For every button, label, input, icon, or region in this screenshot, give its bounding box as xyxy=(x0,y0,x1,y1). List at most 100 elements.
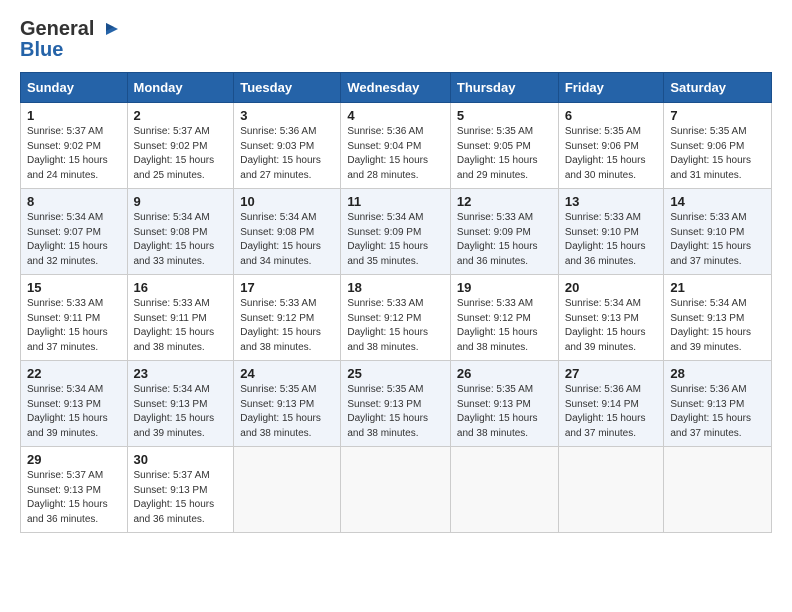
calendar-cell: 4 Sunrise: 5:36 AMSunset: 9:04 PMDaylight… xyxy=(341,103,451,189)
day-info: Sunrise: 5:33 AMSunset: 9:11 PMDaylight:… xyxy=(134,297,228,355)
day-info: Sunrise: 5:35 AMSunset: 9:05 PMDaylight:… xyxy=(457,125,552,183)
calendar-cell xyxy=(341,447,451,533)
day-info: Sunrise: 5:33 AMSunset: 9:11 PMDaylight:… xyxy=(27,297,121,355)
calendar-cell: 28Sunrise: 5:36 AMSunset: 9:13 PMDayligh… xyxy=(664,361,772,447)
week-row-1: 1 Sunrise: 5:37 AMSunset: 9:02 PMDaylight… xyxy=(21,103,772,189)
day-number: 11 xyxy=(347,194,444,209)
day-info: Sunrise: 5:33 AMSunset: 9:12 PMDaylight:… xyxy=(240,297,334,355)
header-area: General Blue xyxy=(20,18,772,62)
page: General Blue SundayMondayTuesdayWednesda… xyxy=(0,0,792,551)
calendar-cell: 24 Sunrise: 5:35 AMSunset: 9:13 PMDayligh… xyxy=(234,361,341,447)
calendar-table: SundayMondayTuesdayWednesdayThursdayFrid… xyxy=(20,72,772,533)
header-monday: Monday xyxy=(127,73,234,103)
day-number: 19 xyxy=(457,280,552,295)
day-info: Sunrise: 5:33 AMSunset: 9:12 PMDaylight:… xyxy=(457,297,552,355)
day-info: Sunrise: 5:37 AMSunset: 9:02 PMDaylight:… xyxy=(27,125,121,183)
logo-row: General xyxy=(20,18,118,41)
calendar-cell: 23 Sunrise: 5:34 AMSunset: 9:13 PMDayligh… xyxy=(127,361,234,447)
day-number: 24 xyxy=(240,366,334,381)
calendar-cell: 15Sunrise: 5:33 AMSunset: 9:11 PMDayligh… xyxy=(21,275,128,361)
calendar-cell: 20 Sunrise: 5:34 AMSunset: 9:13 PMDayligh… xyxy=(558,275,664,361)
calendar-cell: 2 Sunrise: 5:37 AMSunset: 9:02 PMDaylight… xyxy=(127,103,234,189)
calendar-cell: 11 Sunrise: 5:34 AMSunset: 9:09 PMDayligh… xyxy=(341,189,451,275)
header-sunday: Sunday xyxy=(21,73,128,103)
day-number: 4 xyxy=(347,108,444,123)
calendar-cell: 12 Sunrise: 5:33 AMSunset: 9:09 PMDayligh… xyxy=(450,189,558,275)
logo-general: General xyxy=(20,18,94,41)
day-info: Sunrise: 5:35 AMSunset: 9:13 PMDaylight:… xyxy=(457,383,552,441)
calendar-cell: 30Sunrise: 5:37 AMSunset: 9:13 PMDayligh… xyxy=(127,447,234,533)
calendar-cell xyxy=(450,447,558,533)
calendar-cell: 1 Sunrise: 5:37 AMSunset: 9:02 PMDaylight… xyxy=(21,103,128,189)
header-saturday: Saturday xyxy=(664,73,772,103)
header-friday: Friday xyxy=(558,73,664,103)
day-number: 18 xyxy=(347,280,444,295)
day-info: Sunrise: 5:34 AMSunset: 9:08 PMDaylight:… xyxy=(134,211,228,269)
day-info: Sunrise: 5:35 AMSunset: 9:06 PMDaylight:… xyxy=(565,125,658,183)
calendar-cell: 6 Sunrise: 5:35 AMSunset: 9:06 PMDaylight… xyxy=(558,103,664,189)
day-info: Sunrise: 5:34 AMSunset: 9:09 PMDaylight:… xyxy=(347,211,444,269)
day-number: 9 xyxy=(134,194,228,209)
calendar-cell: 16Sunrise: 5:33 AMSunset: 9:11 PMDayligh… xyxy=(127,275,234,361)
day-info: Sunrise: 5:36 AMSunset: 9:14 PMDaylight:… xyxy=(565,383,658,441)
calendar-cell: 14 Sunrise: 5:33 AMSunset: 9:10 PMDayligh… xyxy=(664,189,772,275)
calendar-cell xyxy=(558,447,664,533)
day-info: Sunrise: 5:35 AMSunset: 9:13 PMDaylight:… xyxy=(347,383,444,441)
day-info: Sunrise: 5:34 AMSunset: 9:13 PMDaylight:… xyxy=(565,297,658,355)
day-info: Sunrise: 5:36 AMSunset: 9:04 PMDaylight:… xyxy=(347,125,444,183)
header-tuesday: Tuesday xyxy=(234,73,341,103)
day-number: 20 xyxy=(565,280,658,295)
calendar-cell: 27 Sunrise: 5:36 AMSunset: 9:14 PMDayligh… xyxy=(558,361,664,447)
day-info: Sunrise: 5:34 AMSunset: 9:13 PMDaylight:… xyxy=(670,297,765,355)
week-row-2: 8Sunrise: 5:34 AMSunset: 9:07 PMDaylight… xyxy=(21,189,772,275)
day-info: Sunrise: 5:37 AMSunset: 9:02 PMDaylight:… xyxy=(134,125,228,183)
day-info: Sunrise: 5:36 AMSunset: 9:03 PMDaylight:… xyxy=(240,125,334,183)
day-info: Sunrise: 5:36 AMSunset: 9:13 PMDaylight:… xyxy=(670,383,765,441)
day-number: 13 xyxy=(565,194,658,209)
calendar-cell: 19 Sunrise: 5:33 AMSunset: 9:12 PMDayligh… xyxy=(450,275,558,361)
calendar-cell: 13Sunrise: 5:33 AMSunset: 9:10 PMDayligh… xyxy=(558,189,664,275)
calendar-cell: 17 Sunrise: 5:33 AMSunset: 9:12 PMDayligh… xyxy=(234,275,341,361)
day-number: 10 xyxy=(240,194,334,209)
day-info: Sunrise: 5:33 AMSunset: 9:12 PMDaylight:… xyxy=(347,297,444,355)
logo-blue: Blue xyxy=(20,39,63,62)
calendar-cell: 5Sunrise: 5:35 AMSunset: 9:05 PMDaylight… xyxy=(450,103,558,189)
day-info: Sunrise: 5:34 AMSunset: 9:13 PMDaylight:… xyxy=(27,383,121,441)
calendar-cell: 22 Sunrise: 5:34 AMSunset: 9:13 PMDayligh… xyxy=(21,361,128,447)
calendar-header-row: SundayMondayTuesdayWednesdayThursdayFrid… xyxy=(21,73,772,103)
day-info: Sunrise: 5:37 AMSunset: 9:13 PMDaylight:… xyxy=(134,469,228,527)
calendar-cell: 18 Sunrise: 5:33 AMSunset: 9:12 PMDayligh… xyxy=(341,275,451,361)
logo: General Blue xyxy=(20,18,118,62)
day-number: 1 xyxy=(27,108,121,123)
calendar-cell: 26 Sunrise: 5:35 AMSunset: 9:13 PMDayligh… xyxy=(450,361,558,447)
day-number: 12 xyxy=(457,194,552,209)
day-info: Sunrise: 5:34 AMSunset: 9:08 PMDaylight:… xyxy=(240,211,334,269)
day-number: 22 xyxy=(27,366,121,381)
header-thursday: Thursday xyxy=(450,73,558,103)
week-row-3: 15Sunrise: 5:33 AMSunset: 9:11 PMDayligh… xyxy=(21,275,772,361)
day-info: Sunrise: 5:34 AMSunset: 9:13 PMDaylight:… xyxy=(134,383,228,441)
day-info: Sunrise: 5:33 AMSunset: 9:10 PMDaylight:… xyxy=(670,211,765,269)
day-number: 2 xyxy=(134,108,228,123)
day-number: 27 xyxy=(565,366,658,381)
day-number: 23 xyxy=(134,366,228,381)
week-row-4: 22 Sunrise: 5:34 AMSunset: 9:13 PMDayligh… xyxy=(21,361,772,447)
calendar-cell: 10 Sunrise: 5:34 AMSunset: 9:08 PMDayligh… xyxy=(234,189,341,275)
day-info: Sunrise: 5:35 AMSunset: 9:06 PMDaylight:… xyxy=(670,125,765,183)
header-wednesday: Wednesday xyxy=(341,73,451,103)
day-number: 6 xyxy=(565,108,658,123)
day-number: 14 xyxy=(670,194,765,209)
day-number: 29 xyxy=(27,452,121,467)
calendar-cell: 25Sunrise: 5:35 AMSunset: 9:13 PMDayligh… xyxy=(341,361,451,447)
day-info: Sunrise: 5:33 AMSunset: 9:09 PMDaylight:… xyxy=(457,211,552,269)
calendar-cell xyxy=(664,447,772,533)
day-number: 21 xyxy=(670,280,765,295)
day-info: Sunrise: 5:35 AMSunset: 9:13 PMDaylight:… xyxy=(240,383,334,441)
calendar-cell: 29 Sunrise: 5:37 AMSunset: 9:13 PMDayligh… xyxy=(21,447,128,533)
day-number: 3 xyxy=(240,108,334,123)
day-number: 17 xyxy=(240,280,334,295)
day-number: 26 xyxy=(457,366,552,381)
day-info: Sunrise: 5:37 AMSunset: 9:13 PMDaylight:… xyxy=(27,469,121,527)
calendar-cell xyxy=(234,447,341,533)
calendar-cell: 7Sunrise: 5:35 AMSunset: 9:06 PMDaylight… xyxy=(664,103,772,189)
